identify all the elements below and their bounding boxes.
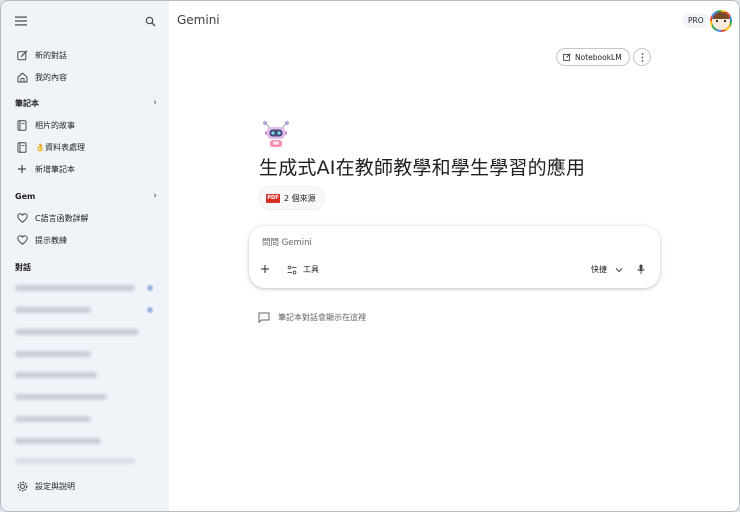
- sidebar-item-gem-c-functions[interactable]: C語言函數詳解: [1, 207, 169, 229]
- gem-icon: [15, 211, 29, 225]
- sidebar-item-label: 👌資料表處理: [35, 142, 85, 152]
- chevron-down-icon: [615, 267, 623, 273]
- chat-history-item[interactable]: [15, 351, 91, 357]
- sidebar-item-new-notebook[interactable]: 新增筆記本: [1, 158, 169, 180]
- sidebar-item-notebook-photo-story[interactable]: 相片的故事: [1, 114, 169, 136]
- robot-icon: [262, 120, 290, 148]
- tools-button[interactable]: 工具: [287, 264, 319, 275]
- avatar-face: [712, 12, 730, 30]
- tools-icon: [287, 265, 297, 275]
- sidebar-item-label: 新的對話: [35, 50, 67, 60]
- sidebar-section-gems[interactable]: Gem ›: [15, 188, 157, 204]
- sidebar-item-label: 提示教練: [35, 235, 67, 245]
- prompt-input[interactable]: [262, 235, 642, 251]
- section-heading: 筆記本: [15, 98, 39, 108]
- sidebar: 新的對話 我的內容 筆記本 › 相片的故事 👌資料表處理 新增筆記本 Gem ›…: [1, 1, 169, 511]
- prompt-box: 工具 快捷: [249, 226, 660, 288]
- sidebar-item-label: 新增筆記本: [35, 164, 75, 174]
- chat-history-item[interactable]: [15, 285, 135, 291]
- unread-dot: [147, 307, 153, 313]
- tools-label: 工具: [303, 265, 319, 274]
- app-window: 新的對話 我的內容 筆記本 › 相片的故事 👌資料表處理 新增筆記本 Gem ›…: [0, 0, 740, 512]
- sources-chip[interactable]: PDF 2 個來源: [259, 187, 324, 209]
- avatar[interactable]: [710, 10, 732, 32]
- chevron-right-icon: ›: [153, 191, 157, 201]
- more-vertical-icon[interactable]: [633, 48, 651, 66]
- chat-history-item[interactable]: [15, 307, 91, 313]
- main-panel: Gemini PRO NotebookLM 生成式AI在教師教學和學生學習的應用…: [169, 1, 739, 511]
- gear-icon: [15, 479, 29, 493]
- unread-dot: [147, 285, 153, 291]
- home-icon: [15, 70, 29, 84]
- sidebar-item-gem-prompt-coach[interactable]: 提示教練: [1, 229, 169, 251]
- microphone-button[interactable]: [637, 264, 645, 275]
- chat-history-item[interactable]: [15, 372, 97, 378]
- chat-history-item[interactable]: [15, 458, 135, 464]
- pdf-icon: PDF: [266, 193, 280, 203]
- sidebar-section-notebooks[interactable]: 筆記本 ›: [15, 95, 157, 111]
- open-notebooklm-button[interactable]: NotebookLM: [556, 48, 630, 66]
- sidebar-item-notebook-data-table[interactable]: 👌資料表處理: [1, 136, 169, 158]
- sidebar-item-label: 相片的故事: [35, 120, 75, 130]
- section-heading: Gem: [15, 191, 36, 201]
- sidebar-item-label: 我的內容: [35, 72, 67, 82]
- notebook-icon: [15, 140, 29, 154]
- notebook-title: 生成式AI在教師教學和學生學習的應用: [259, 157, 586, 179]
- plus-icon: [260, 264, 270, 274]
- sources-label: 2 個來源: [284, 193, 316, 203]
- search-icon[interactable]: [139, 10, 161, 32]
- sidebar-item-my-content[interactable]: 我的內容: [1, 66, 169, 88]
- chat-history-item[interactable]: [15, 394, 107, 400]
- add-attachment-button[interactable]: [260, 264, 270, 274]
- notebooklm-label: NotebookLM: [575, 52, 622, 62]
- notebook-icon: [15, 118, 29, 132]
- chat-history-item[interactable]: [15, 416, 91, 422]
- plan-badge: PRO: [683, 13, 709, 28]
- mode-label: 快捷: [591, 265, 607, 274]
- open-external-icon: [563, 53, 571, 61]
- sidebar-section-chats: 對話: [15, 259, 157, 275]
- chat-history-item[interactable]: [15, 329, 139, 335]
- microphone-icon: [637, 264, 645, 275]
- edit-icon: [15, 48, 29, 62]
- sidebar-item-label: 設定與說明: [35, 481, 75, 491]
- chat-bubble-icon: [258, 312, 270, 323]
- gem-icon: [15, 233, 29, 247]
- chat-history-item[interactable]: [15, 438, 101, 444]
- chevron-right-icon: ›: [153, 98, 157, 108]
- mode-selector[interactable]: 快捷: [591, 264, 623, 275]
- plus-icon: [15, 162, 29, 176]
- section-heading: 對話: [15, 262, 31, 272]
- hint-text: 筆記本對話會顯示在這裡: [278, 313, 366, 322]
- notebook-chats-hint: 筆記本對話會顯示在這裡: [258, 312, 366, 323]
- app-title: Gemini: [177, 13, 220, 27]
- settings-and-help[interactable]: 設定與說明: [1, 475, 169, 497]
- sidebar-item-new-chat[interactable]: 新的對話: [1, 44, 169, 66]
- sidebar-item-label: C語言函數詳解: [35, 213, 89, 223]
- menu-icon[interactable]: [10, 10, 32, 32]
